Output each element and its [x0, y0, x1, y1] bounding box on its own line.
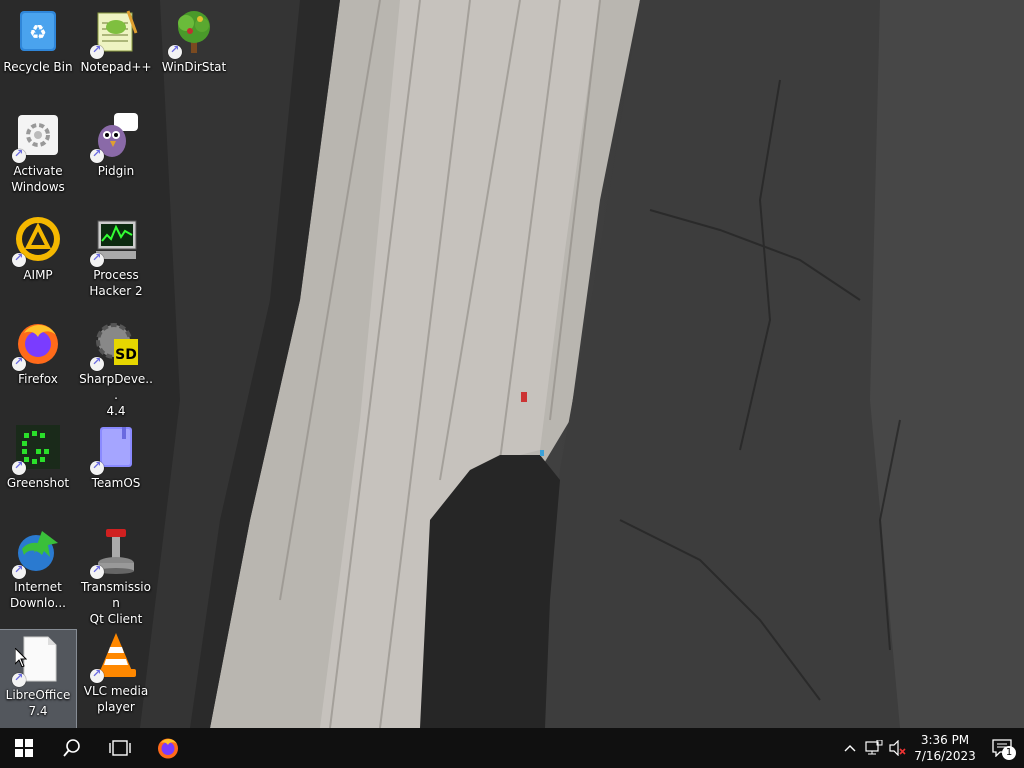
shortcut-arrow-icon: [12, 563, 26, 579]
network-disconnected-icon[interactable]: [862, 728, 886, 768]
notepad-plus-plus-icon: [90, 7, 140, 59]
icon-label: Activate Windows: [11, 164, 65, 194]
shortcut-arrow-icon: [12, 355, 26, 371]
svg-text:SD: SD: [115, 347, 137, 363]
shortcut-arrow-icon: [90, 43, 104, 59]
teamos-icon: [90, 423, 140, 475]
desktop-icon-sharpdevelop[interactable]: SD SharpDeve... 4.4: [78, 314, 154, 418]
clock-time: 3:36 PM: [920, 733, 970, 747]
icon-label: Firefox: [18, 372, 58, 386]
shortcut-arrow-icon: [90, 667, 104, 683]
shortcut-arrow-icon: [90, 459, 104, 475]
desktop-icon-recycle-bin[interactable]: ♻ Recycle Bin: [0, 2, 76, 102]
shortcut-arrow-icon: [90, 251, 104, 267]
shortcut-arrow-icon: [168, 43, 182, 59]
desktop-icon-libreoffice[interactable]: LibreOffice 7.4: [0, 629, 77, 731]
desktop-icon-windirstat[interactable]: WinDirStat: [156, 2, 232, 102]
chevron-up-icon[interactable]: [838, 728, 862, 768]
sharpdevelop-icon: SD: [90, 319, 140, 371]
clock[interactable]: 3:36 PM 7/16/2023: [910, 732, 980, 764]
aimp-icon: [12, 215, 62, 267]
recycle-bin-icon: ♻: [14, 7, 62, 55]
desktop-icon-internet-download-manager[interactable]: Internet Downlo...: [0, 522, 76, 622]
icon-label: Greenshot: [6, 476, 70, 490]
desktop-icon-firefox[interactable]: Firefox: [0, 314, 76, 414]
vlc-icon: [90, 631, 140, 683]
icon-label: Transmission Qt Client: [81, 580, 151, 626]
search-icon: [63, 739, 80, 757]
icon-label: LibreOffice 7.4: [5, 688, 71, 718]
icon-label: VLC media player: [83, 684, 149, 714]
icon-label: AIMP: [23, 268, 53, 282]
desktop-icon-greenshot[interactable]: Greenshot: [0, 418, 76, 518]
task-view-icon: [109, 740, 131, 756]
mouse-cursor-icon: [15, 648, 27, 667]
firefox-icon: [12, 319, 62, 371]
shortcut-arrow-icon: [12, 147, 26, 163]
greenshot-icon: [12, 423, 62, 475]
desktop-icon-vlc[interactable]: VLC media player: [78, 626, 154, 726]
desktop-icon-transmission[interactable]: Transmission Qt Client: [78, 522, 154, 626]
desktop-icon-teamos[interactable]: TeamOS: [78, 418, 154, 518]
svg-text:♻: ♻: [29, 20, 47, 44]
windows-logo-icon: [15, 739, 33, 757]
notification-count-badge: 1: [1002, 746, 1016, 760]
shortcut-arrow-icon: [90, 147, 104, 163]
icon-label: WinDirStat: [161, 60, 227, 74]
transmission-icon: [90, 527, 140, 579]
shortcut-arrow-icon: [90, 563, 104, 579]
icon-label: TeamOS: [91, 476, 141, 490]
shortcut-arrow-icon: [12, 671, 26, 687]
firefox-icon: [158, 738, 178, 759]
clock-date: 7/16/2023: [914, 749, 976, 763]
volume-muted-icon[interactable]: [886, 728, 910, 768]
pidgin-icon: [90, 111, 140, 163]
icon-label: Recycle Bin: [3, 60, 73, 74]
task-view-button[interactable]: [96, 728, 144, 768]
taskbar: 3:36 PM 7/16/2023 1: [0, 728, 1024, 768]
icon-label: Pidgin: [97, 164, 135, 178]
internet-download-manager-icon: [12, 527, 62, 579]
desktop-icon-pidgin[interactable]: Pidgin: [78, 106, 154, 206]
action-center-button[interactable]: 1: [980, 728, 1024, 768]
desktop-icon-process-hacker[interactable]: Process Hacker 2: [78, 210, 154, 310]
shortcut-arrow-icon: [12, 459, 26, 475]
shortcut-arrow-icon: [90, 355, 104, 371]
start-button[interactable]: [0, 728, 48, 768]
icon-label: SharpDeve... 4.4: [79, 372, 153, 418]
icon-label: Process Hacker 2: [89, 268, 143, 298]
system-tray: 3:36 PM 7/16/2023 1: [838, 728, 1024, 768]
desktop-icon-activate-windows[interactable]: Activate Windows: [0, 106, 76, 206]
icon-label: Internet Downlo...: [10, 580, 66, 610]
icon-label: Notepad++: [80, 60, 152, 74]
search-button[interactable]: [48, 728, 96, 768]
process-hacker-icon: [90, 215, 140, 267]
desktop-icon-aimp[interactable]: AIMP: [0, 210, 76, 310]
activate-windows-icon: [12, 111, 62, 163]
shortcut-arrow-icon: [12, 251, 26, 267]
desktop-icon-notepad-plus-plus[interactable]: Notepad++: [78, 2, 154, 102]
taskbar-firefox-button[interactable]: [144, 728, 192, 768]
windirstat-icon: [168, 7, 218, 59]
